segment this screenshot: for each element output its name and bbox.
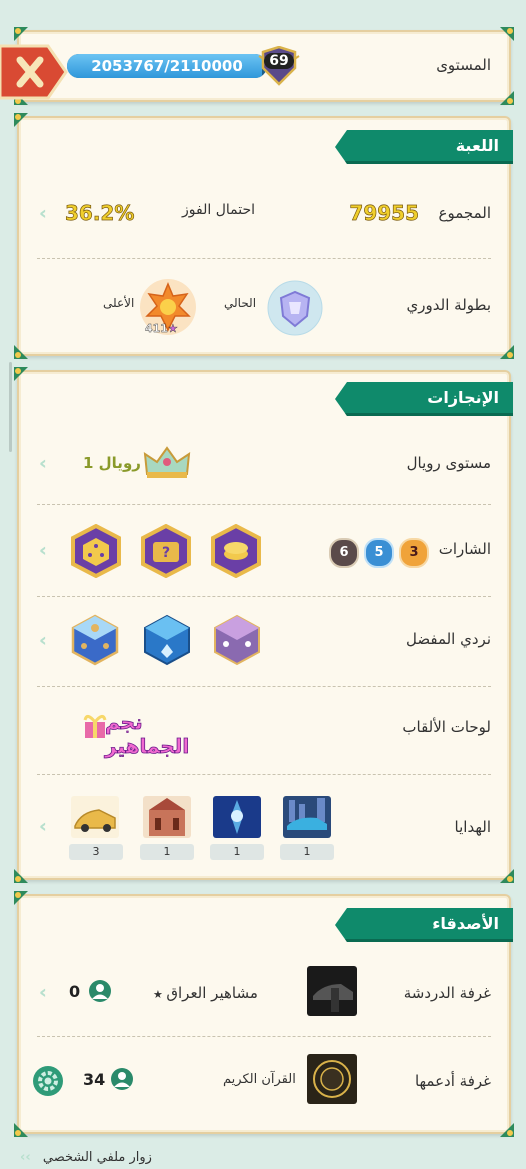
star-icon: ★ xyxy=(153,988,167,1001)
close-button[interactable] xyxy=(0,40,68,104)
friends-section-title: الأصدقاء xyxy=(335,908,513,942)
corner-ornament xyxy=(499,26,515,42)
gift-count: 3 xyxy=(69,844,123,860)
dice-royal-icon[interactable] xyxy=(69,614,121,670)
royal-label: مستوى رويال xyxy=(406,454,491,472)
corner-ornament xyxy=(499,344,515,360)
game-panel: اللعبة المجموع 79955 احتمال الفوز 36.2% … xyxy=(14,113,514,359)
corner-ornament xyxy=(13,112,29,128)
chevron-left-icon[interactable]: ‹‹ xyxy=(39,455,57,473)
corner-ornament xyxy=(13,344,29,360)
game-section-title: اللعبة xyxy=(335,130,513,164)
gift-palace-icon[interactable] xyxy=(143,796,191,842)
chat-user-icon xyxy=(89,980,111,1002)
highest-stars-value: 411 xyxy=(145,322,168,335)
corner-ornament xyxy=(13,890,29,906)
corner-ornament xyxy=(13,1122,29,1138)
gift-goldcar-icon[interactable] xyxy=(71,796,119,842)
gift-count: 1 xyxy=(210,844,264,860)
league-label: بطولة الدوري xyxy=(406,296,491,314)
support-room-name: القرآن الكريم xyxy=(223,1072,296,1087)
level-panel: المستوى 2053767/2110000 69 xyxy=(14,27,514,105)
corner-ornament xyxy=(13,868,29,884)
chevron-left-icon[interactable]: ‹‹ xyxy=(39,818,57,836)
corner-ornament xyxy=(499,868,515,884)
total-value: 79955 xyxy=(349,201,419,226)
badge-count-gold: 6 xyxy=(329,538,359,568)
title-plate-text: نجم الجماهير xyxy=(105,710,190,759)
divider xyxy=(37,504,491,505)
chat-room-name: ★ مشاهير العراق xyxy=(153,984,258,1002)
level-badge: 69 xyxy=(257,45,301,86)
corner-ornament xyxy=(499,90,515,106)
gift-count: 1 xyxy=(140,844,194,860)
visitors-label: زوار ملفي الشخصي xyxy=(42,1150,152,1165)
chat-room-label: غرفة الدردشة xyxy=(403,984,491,1002)
svg-text:?: ? xyxy=(162,545,170,561)
badges-label: الشارات xyxy=(438,540,491,558)
chevron-left-icon[interactable]: ‹‹ xyxy=(39,632,57,650)
friends-panel: الأصدقاء غرفة الدردشة ★ مشاهير العراق 0 … xyxy=(14,891,514,1137)
corner-ornament xyxy=(13,366,29,382)
gifts-label: الهدايا xyxy=(454,818,491,836)
badge-count-value: 3 xyxy=(409,545,419,560)
highest-stars: 411★ xyxy=(145,322,178,335)
badge-count-silver: 5 xyxy=(364,538,394,568)
gift-magic-icon[interactable] xyxy=(213,796,261,842)
dice-label: نردي المفضل xyxy=(405,630,491,648)
badge-count-value: 6 xyxy=(339,545,349,560)
divider xyxy=(37,1036,491,1037)
gear-icon xyxy=(38,1071,58,1091)
title-plate[interactable]: نجم الجماهير xyxy=(81,708,231,758)
chevron-left-icon: ‹‹ xyxy=(20,1150,36,1165)
highest-league-icon: 411★ xyxy=(139,278,197,340)
coins-badge-icon[interactable] xyxy=(209,523,263,582)
chat-room-avatar[interactable] xyxy=(307,966,357,1020)
support-room-avatar[interactable] xyxy=(307,1054,357,1108)
win-value: 36.2% xyxy=(65,201,135,226)
current-league-label: الحالي xyxy=(224,296,257,310)
level-label: المستوى xyxy=(436,56,491,74)
royal-value: رويال 1 xyxy=(83,454,141,472)
chest-badge-icon[interactable]: ? xyxy=(139,523,193,582)
total-label: المجموع xyxy=(438,204,491,222)
current-league-icon xyxy=(267,280,323,340)
divider xyxy=(37,596,491,597)
titles-label: لوحات الألقاب xyxy=(402,718,491,736)
corner-ornament xyxy=(499,1122,515,1138)
support-count: 34 xyxy=(83,1070,106,1089)
dice-badge-icon[interactable] xyxy=(69,523,123,582)
level-progress-bar: 2053767/2110000 xyxy=(67,54,267,78)
level-number: 69 xyxy=(264,53,294,69)
achievements-panel: الإنجازات مستوى رويال رويال 1 ‹‹ الشارات… xyxy=(14,367,514,883)
badge-count-bronze: 3 xyxy=(399,538,429,568)
chevron-left-icon[interactable]: ‹‹ xyxy=(39,205,57,223)
gift-count: 1 xyxy=(280,844,334,860)
visitors-link[interactable]: ‹‹ زوار ملفي الشخصي xyxy=(20,1150,152,1165)
star-icon: ★ xyxy=(167,322,178,335)
level-progress-text: 2053767/2110000 xyxy=(91,57,243,75)
chevron-left-icon[interactable]: ‹‹ xyxy=(39,542,57,560)
divider xyxy=(37,774,491,775)
dice-violet-icon[interactable] xyxy=(211,614,263,670)
divider xyxy=(37,686,491,687)
badge-count-value: 5 xyxy=(374,545,384,560)
win-label: احتمال الفوز xyxy=(182,202,255,218)
chat-room-name-text: مشاهير العراق xyxy=(166,984,258,1002)
settings-button[interactable] xyxy=(33,1066,63,1096)
achievements-section-title: الإنجازات xyxy=(335,382,513,416)
chevron-left-icon[interactable]: ‹‹ xyxy=(39,984,57,1002)
crown-icon xyxy=(143,444,191,484)
divider xyxy=(37,258,491,259)
chat-count: 0 xyxy=(69,982,81,1001)
support-user-icon xyxy=(111,1068,133,1090)
scrollbar[interactable] xyxy=(9,362,12,452)
highest-league-label: الأعلى xyxy=(103,296,135,310)
support-room-label: غرفة أدعمها xyxy=(414,1072,491,1090)
dice-blue-icon[interactable] xyxy=(141,614,193,670)
gift-car-icon[interactable] xyxy=(283,796,331,842)
